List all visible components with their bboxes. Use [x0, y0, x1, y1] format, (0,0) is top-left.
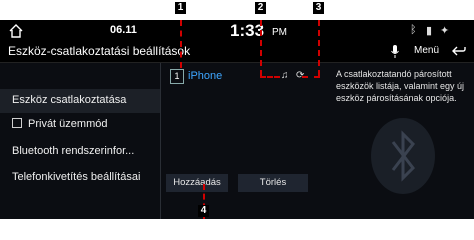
status-bar: 06.11 1:33 PM ᛒ ▮ ✦ — [0, 20, 474, 42]
back-icon[interactable] — [452, 44, 466, 58]
sidebar-item-bluetooth-info[interactable]: Bluetooth rendszerinfor... — [12, 145, 134, 157]
signal-icon: ▮ — [426, 25, 433, 37]
delete-device-button[interactable]: Törlés — [238, 174, 308, 192]
clock-ampm: PM — [272, 27, 287, 38]
sidebar-item-label: Eszköz csatlakoztatása — [12, 94, 127, 106]
device-index-badge: 1 — [170, 69, 184, 84]
sidebar-item-phone-projection[interactable]: Telefonkivetítés beállításai — [12, 171, 140, 183]
private-mode-checkbox[interactable] — [12, 118, 22, 128]
callout-label-2: 2 — [255, 2, 266, 14]
sidebar-item-label: Privát üzemmód — [28, 118, 108, 130]
callout-label-1: 1 — [175, 2, 186, 14]
microphone-icon[interactable] — [390, 44, 400, 59]
menu-button[interactable]: Menü — [414, 45, 439, 56]
callout-line-1 — [180, 20, 182, 68]
help-description: A csatlakoztatandó párosított eszközök l… — [336, 69, 465, 103]
network-icon: ✦ — [440, 25, 450, 37]
callout-label-4: 4 — [198, 205, 209, 217]
callout-line-3-horizontal — [302, 76, 320, 78]
device-name[interactable]: iPhone — [188, 70, 222, 82]
title-bar: Eszköz-csatlakoztatási beállítások Menü — [0, 42, 474, 63]
sidebar-item-private-mode[interactable]: Privát üzemmód — [12, 118, 107, 130]
callout-line-3 — [318, 20, 320, 76]
audio-streaming-icon: ♫ — [281, 70, 289, 81]
bluetooth-watermark-icon — [371, 118, 435, 194]
callout-line-2-horizontal — [260, 76, 280, 78]
add-device-button[interactable]: Hozzáadás — [166, 174, 228, 192]
settings-sidebar: Eszköz csatlakoztatása Privát üzemmód Bl… — [0, 63, 160, 219]
home-icon[interactable] — [8, 23, 24, 39]
clock: 1:33 — [230, 21, 265, 40]
callout-line-2 — [260, 20, 262, 76]
panel-divider — [160, 63, 161, 219]
bluetooth-status-icon: ᛒ — [410, 24, 417, 36]
infotainment-screen: 06.11 1:33 PM ᛒ ▮ ✦ Eszköz-csatlakoztatá… — [0, 20, 474, 219]
callout-label-3: 3 — [313, 2, 324, 14]
page-title: Eszköz-csatlakoztatási beállítások — [8, 44, 191, 58]
date-display: 06.11 — [110, 24, 137, 36]
sidebar-item-device-connection[interactable]: Eszköz csatlakoztatása — [0, 89, 160, 113]
